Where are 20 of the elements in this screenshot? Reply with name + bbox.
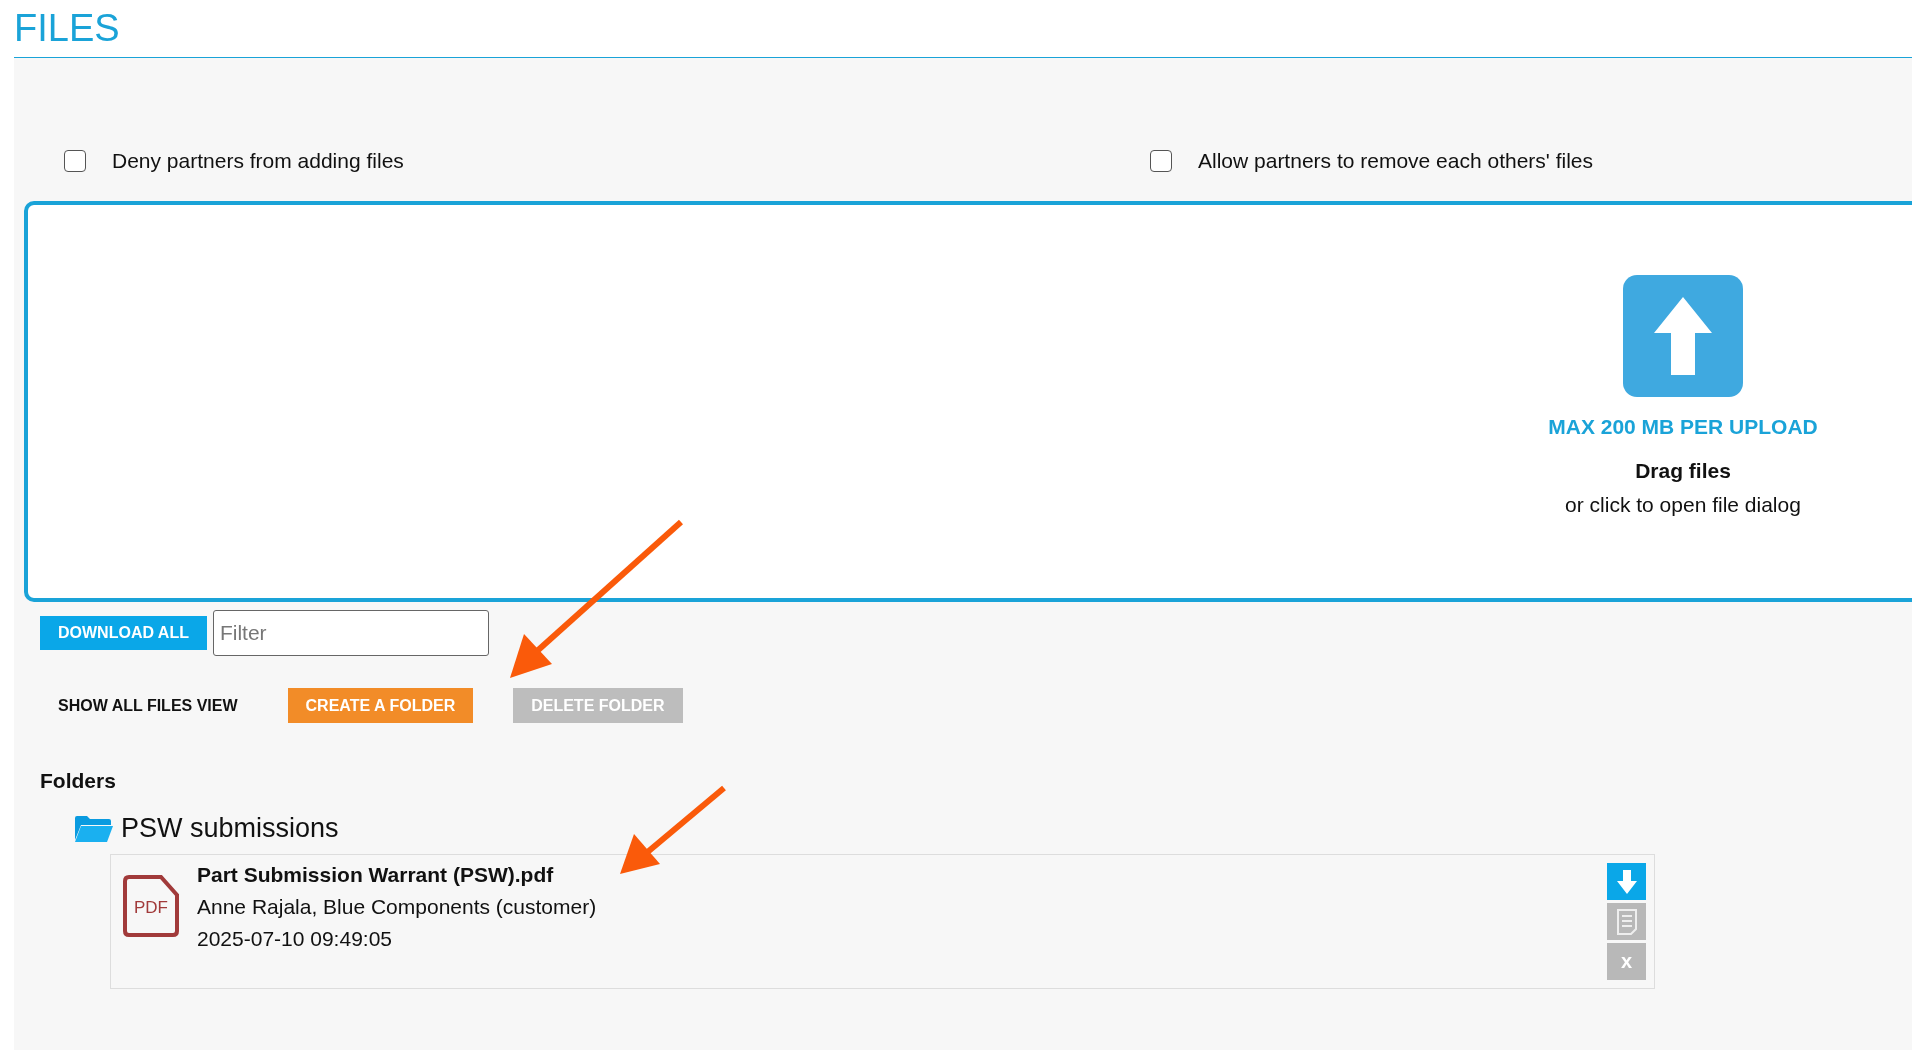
checkbox[interactable]	[64, 150, 86, 172]
folders-heading: Folders	[40, 769, 117, 793]
file-name[interactable]: Part Submission Warrant (PSW).pdf	[197, 863, 1607, 887]
file-drop-zone[interactable]: MAX 200 MB PER UPLOAD Drag files or click to open file dialog	[24, 201, 1912, 602]
file-date: 2025-07-10 09:49:05	[197, 927, 393, 951]
folder-icon	[75, 815, 113, 842]
filter-field[interactable]: Filter	[212, 610, 489, 656]
down-arrow-icon	[1616, 869, 1637, 894]
pdf-file-icon: PDF	[123, 875, 179, 937]
checkbox-label: Deny partners from adding files	[112, 149, 404, 173]
show-all-files-link[interactable]: SHOW ALL FILES VIEW	[40, 688, 256, 723]
drag-files-text: Drag files	[1635, 459, 1731, 483]
file-author: Anne Rajala, Blue Components (customer)	[197, 895, 598, 919]
upload-limit-text: MAX 200 MB PER UPLOAD	[1548, 415, 1818, 439]
checkbox-label: Allow partners to remove each others' files	[1198, 149, 1594, 173]
file-dialog-hint: or click to open file dialog	[1565, 493, 1801, 517]
document-icon	[1616, 908, 1637, 935]
folder-name[interactable]: PSW submissions	[121, 813, 339, 844]
download-button[interactable]	[1607, 863, 1646, 900]
checkbox[interactable]	[1150, 150, 1172, 172]
